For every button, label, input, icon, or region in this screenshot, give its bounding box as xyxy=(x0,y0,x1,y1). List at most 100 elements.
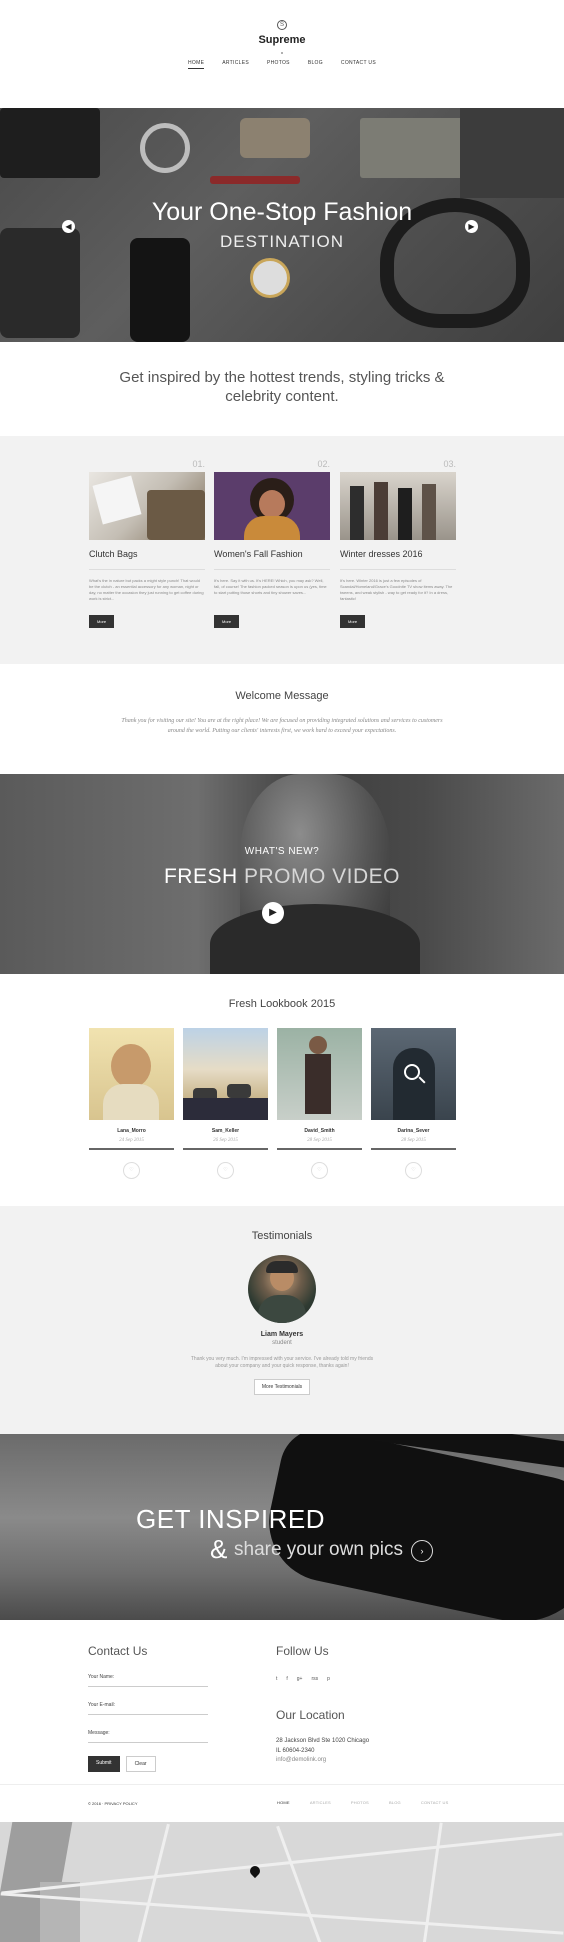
lookbook-date: 26 Sep 2015 xyxy=(213,1138,238,1143)
footer-nav-home[interactable]: HOME xyxy=(277,1800,290,1805)
feature-image-winter-dresses[interactable] xyxy=(340,472,456,540)
pinterest-icon[interactable]: p xyxy=(327,1676,330,1682)
rss-icon[interactable]: rss xyxy=(311,1676,318,1682)
location-map[interactable] xyxy=(0,1822,564,1942)
testimonial-name: Liam Mayers xyxy=(260,1331,304,1338)
google-plus-icon[interactable]: g+ xyxy=(297,1676,303,1682)
feature-title[interactable]: Clutch Bags xyxy=(89,549,205,559)
feature-text: It's here. Winter 2016 is just a few epi… xyxy=(340,578,453,601)
divider xyxy=(371,1148,456,1150)
lookbook-date: 28 Sep 2015 xyxy=(401,1138,426,1143)
footer-nav-contact[interactable]: CONTACT US xyxy=(421,1800,449,1805)
lookbook-name[interactable]: David_Smith xyxy=(277,1128,362,1134)
submit-button[interactable]: Submit xyxy=(88,1756,120,1772)
inspired-title: GET INSPIRED xyxy=(136,1504,326,1534)
name-field[interactable] xyxy=(88,1686,208,1687)
slider-prev-button[interactable]: ◀ xyxy=(62,220,75,233)
like-icon[interactable]: ♡ xyxy=(217,1162,234,1179)
lookbook-image-david[interactable] xyxy=(277,1028,362,1120)
nav-articles[interactable]: ARTICLES xyxy=(222,60,249,69)
follow-title: Follow Us xyxy=(276,1644,329,1658)
play-button[interactable]: ▶ xyxy=(262,902,284,924)
clear-button[interactable]: Clear xyxy=(125,1756,156,1772)
nav-blog[interactable]: BLOG xyxy=(308,60,323,69)
promo-video-section: WHAT'S NEW? FRESH PROMO VIDEO ▶ xyxy=(0,774,564,974)
more-button[interactable]: More xyxy=(214,615,240,628)
lookbook-item: Sam_Keller 26 Sep 2015 ♡ xyxy=(183,1028,268,1179)
feature-text: It's here. Say it with us. It's HERE! Wh… xyxy=(214,578,327,595)
email-link[interactable]: info@demolink.org xyxy=(276,1757,476,1763)
book-image xyxy=(460,108,564,198)
nav-home[interactable]: HOME xyxy=(188,60,205,69)
more-testimonials-button[interactable]: More Testimonials xyxy=(253,1379,311,1395)
footer-nav-blog[interactable]: BLOG xyxy=(389,1800,401,1805)
divider xyxy=(89,569,205,570)
inspired-banner: GET INSPIRED & share your own pics › xyxy=(0,1434,564,1620)
more-button[interactable]: More xyxy=(340,615,366,628)
address: 28 Jackson Blvd Ste 1020 Chicago IL 6060… xyxy=(276,1736,476,1756)
feature-number: 03. xyxy=(443,459,456,469)
phone-image xyxy=(130,238,190,342)
promo-shirt-image xyxy=(210,904,420,974)
address-line-1: 28 Jackson Blvd Ste 1020 Chicago xyxy=(276,1738,370,1744)
promo-title-thin: PROMO VIDEO xyxy=(244,865,401,888)
map-road xyxy=(133,1823,170,1942)
lookbook-name[interactable]: Lana_Morro xyxy=(89,1128,174,1134)
feature-title[interactable]: Winter dresses 2016 xyxy=(340,549,456,559)
divider xyxy=(277,1148,362,1150)
brand-name[interactable]: Supreme xyxy=(0,34,564,46)
feature-image-fall-fashion[interactable] xyxy=(214,472,330,540)
feature-card: 03. Winter dresses 2016 It's here. Winte… xyxy=(340,459,456,628)
wallet-image xyxy=(0,108,100,178)
hero-title: Your One-Stop Fashion xyxy=(151,198,413,226)
email-label: Your E-mail: xyxy=(88,1702,116,1708)
divider xyxy=(214,569,330,570)
follow-section: Follow Us t f g+ rss p Our Location 28 J… xyxy=(276,1644,476,1763)
more-button[interactable]: More xyxy=(89,615,115,628)
lookbook-image-darina[interactable] xyxy=(371,1028,456,1120)
inspired-go-button[interactable]: › xyxy=(411,1540,433,1562)
facebook-icon[interactable]: f xyxy=(286,1676,287,1682)
feature-image-clutch[interactable] xyxy=(89,472,205,540)
features-section: 01. Clutch Bags What's the in nature but… xyxy=(0,436,564,664)
nav-photos[interactable]: PHOTOS xyxy=(267,60,290,69)
logo-icon[interactable]: S xyxy=(277,20,287,30)
footer-nav-photos[interactable]: PHOTOS xyxy=(351,1800,369,1805)
promo-kicker: WHAT'S NEW? xyxy=(244,846,320,857)
knife-image xyxy=(210,176,300,184)
feature-number: 01. xyxy=(192,459,205,469)
like-icon[interactable]: ♡ xyxy=(123,1162,140,1179)
inspired-amp: & xyxy=(210,1534,228,1564)
main-nav: HOME ARTICLES PHOTOS BLOG CONTACT US xyxy=(0,60,564,69)
slider-next-button[interactable]: ▶ xyxy=(465,220,478,233)
brand-dot xyxy=(281,52,283,54)
email-field[interactable] xyxy=(88,1714,208,1715)
social-links: t f g+ rss p xyxy=(276,1676,476,1682)
bowtie-image xyxy=(240,118,310,158)
location-title: Our Location xyxy=(276,1708,345,1722)
lookbook-name[interactable]: Sam_Keller xyxy=(183,1128,268,1134)
lookbook-date: 24 Sep 2015 xyxy=(119,1138,144,1143)
promo-title: FRESH PROMO VIDEO xyxy=(0,865,564,889)
lookbook-item: David_Smith 28 Sep 2015 ♡ xyxy=(277,1028,362,1179)
like-icon[interactable]: ♡ xyxy=(311,1162,328,1179)
name-label: Your Name: xyxy=(88,1674,115,1680)
lookbook-name[interactable]: Darina_Sever xyxy=(371,1128,456,1134)
nav-contact[interactable]: CONTACT US xyxy=(341,60,376,69)
like-icon[interactable]: ♡ xyxy=(405,1162,422,1179)
lookbook-image-lana[interactable] xyxy=(89,1028,174,1120)
watch-image xyxy=(250,258,290,298)
lookbook-title: Fresh Lookbook 2015 xyxy=(228,998,336,1010)
form-buttons: Submit Clear xyxy=(88,1756,208,1772)
copyright[interactable]: © 2016 · PRIVACY POLICY xyxy=(88,1801,138,1806)
promo-title-bold: FRESH xyxy=(163,865,238,888)
feature-title[interactable]: Women's Fall Fashion xyxy=(214,549,330,559)
hero-subtitle: DESTINATION xyxy=(219,232,345,251)
welcome-section: Welcome Message Thank you for visiting o… xyxy=(0,664,564,774)
contact-form: Contact Us Your Name: Your E-mail: Messa… xyxy=(88,1644,208,1772)
message-field[interactable] xyxy=(88,1742,208,1743)
footer-nav-articles[interactable]: ARTICLES xyxy=(310,1800,331,1805)
lookbook-image-sam[interactable] xyxy=(183,1028,268,1120)
twitter-icon[interactable]: t xyxy=(276,1676,277,1682)
contact-title: Contact Us xyxy=(88,1644,148,1658)
